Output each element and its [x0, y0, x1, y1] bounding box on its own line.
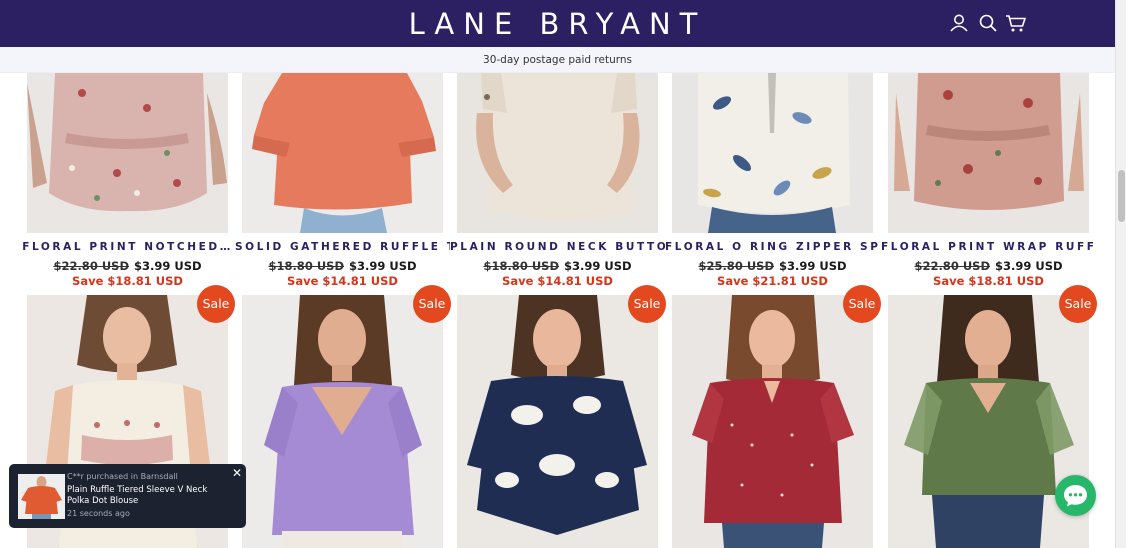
popup-product-image[interactable]	[18, 474, 65, 519]
product-image[interactable]	[672, 295, 873, 548]
chat-button[interactable]	[1055, 475, 1096, 516]
savings-text: Save $18.81 USD	[933, 274, 1044, 288]
sale-badge: Sale	[197, 285, 235, 323]
product-price: $18.80 USD $3.99 USD	[450, 259, 665, 273]
recent-purchase-popup[interactable]: C**r purchased in Barnsdall Plain Ruffle…	[9, 464, 246, 528]
sale-badge: Sale	[1059, 285, 1097, 323]
savings-text: Save $14.81 USD	[502, 274, 613, 288]
product-image[interactable]	[457, 295, 658, 548]
popup-product-title[interactable]: Plain Ruffle Tiered Sleeve V Neck Polka …	[67, 485, 232, 507]
original-price: $18.80 USD	[268, 259, 344, 273]
savings-text: Save $14.81 USD	[287, 274, 398, 288]
product-title[interactable]: FLORAL PRINT NOTCHED…	[20, 241, 235, 253]
popup-time: 21 seconds ago	[67, 509, 130, 518]
sale-badge: Sale	[843, 285, 881, 323]
chat-icon	[1064, 485, 1087, 507]
scrollbar-thumb[interactable]	[1118, 170, 1125, 222]
account-icon[interactable]	[948, 12, 970, 34]
cart-icon[interactable]	[1005, 12, 1027, 34]
original-price: $25.80 USD	[698, 259, 774, 273]
original-price: $22.80 USD	[914, 259, 990, 273]
product-title[interactable]: FLORAL PRINT WRAP RUFFLES…	[881, 241, 1096, 253]
product-image[interactable]	[672, 73, 873, 233]
product-title[interactable]: SOLID GATHERED RUFFLE TRIM…	[235, 241, 450, 253]
product-image[interactable]	[888, 73, 1089, 233]
original-price: $18.80 USD	[483, 259, 559, 273]
product-title[interactable]: PLAIN ROUND NECK BUTTON…	[450, 241, 665, 253]
product-price: $25.80 USD $3.99 USD	[665, 259, 880, 273]
product-price: $18.80 USD $3.99 USD	[235, 259, 450, 273]
sale-price: $3.99 USD	[564, 259, 632, 273]
page-scrollbar[interactable]	[1115, 0, 1126, 548]
product-image[interactable]	[27, 73, 228, 233]
search-icon[interactable]	[977, 12, 999, 34]
popup-purchase-meta: C**r purchased in Barnsdall	[67, 472, 178, 481]
original-price: $22.80 USD	[53, 259, 129, 273]
sale-badge: Sale	[628, 285, 666, 323]
product-image[interactable]	[242, 73, 443, 233]
savings-text: Save $21.81 USD	[717, 274, 828, 288]
product-listing-page: FLORAL PRINT NOTCHED… $22.80 USD $3.99 US…	[0, 0, 1126, 548]
product-price: $22.80 USD $3.99 USD	[881, 259, 1096, 273]
product-image[interactable]	[457, 73, 658, 233]
site-header: LANE BRYANT	[0, 0, 1115, 47]
sale-price: $3.99 USD	[779, 259, 847, 273]
sale-price: $3.99 USD	[995, 259, 1063, 273]
announcement-bar: 30-day postage paid returns	[0, 47, 1115, 73]
sale-price: $3.99 USD	[349, 259, 417, 273]
savings-text: Save $18.81 USD	[72, 274, 183, 288]
close-icon[interactable]: ✕	[231, 467, 243, 479]
product-title[interactable]: FLORAL O RING ZIPPER SPLIT…	[665, 241, 880, 253]
product-image[interactable]	[242, 295, 443, 548]
sale-badge: Sale	[413, 285, 451, 323]
product-price: $22.80 USD $3.99 USD	[20, 259, 235, 273]
sale-price: $3.99 USD	[134, 259, 202, 273]
